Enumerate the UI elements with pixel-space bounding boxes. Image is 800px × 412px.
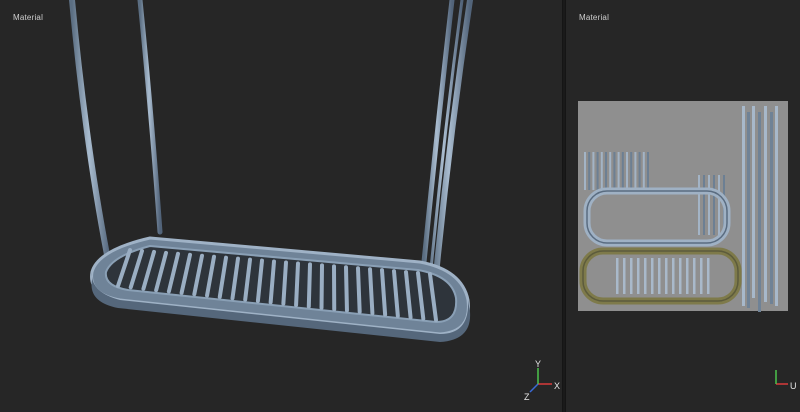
axis-x-label: X (554, 381, 560, 391)
axis-gizmo-uv: U (775, 370, 797, 391)
viewport-perspective[interactable]: Material X Y Z (0, 0, 563, 412)
axis-y-label: Y (535, 359, 541, 369)
viewport-uv-editor[interactable]: Material U (565, 0, 800, 412)
axis-gizmo-3d: X Y Z (524, 359, 560, 402)
axis-u-label: U (790, 381, 797, 391)
axis-z-label: Z (524, 392, 530, 402)
